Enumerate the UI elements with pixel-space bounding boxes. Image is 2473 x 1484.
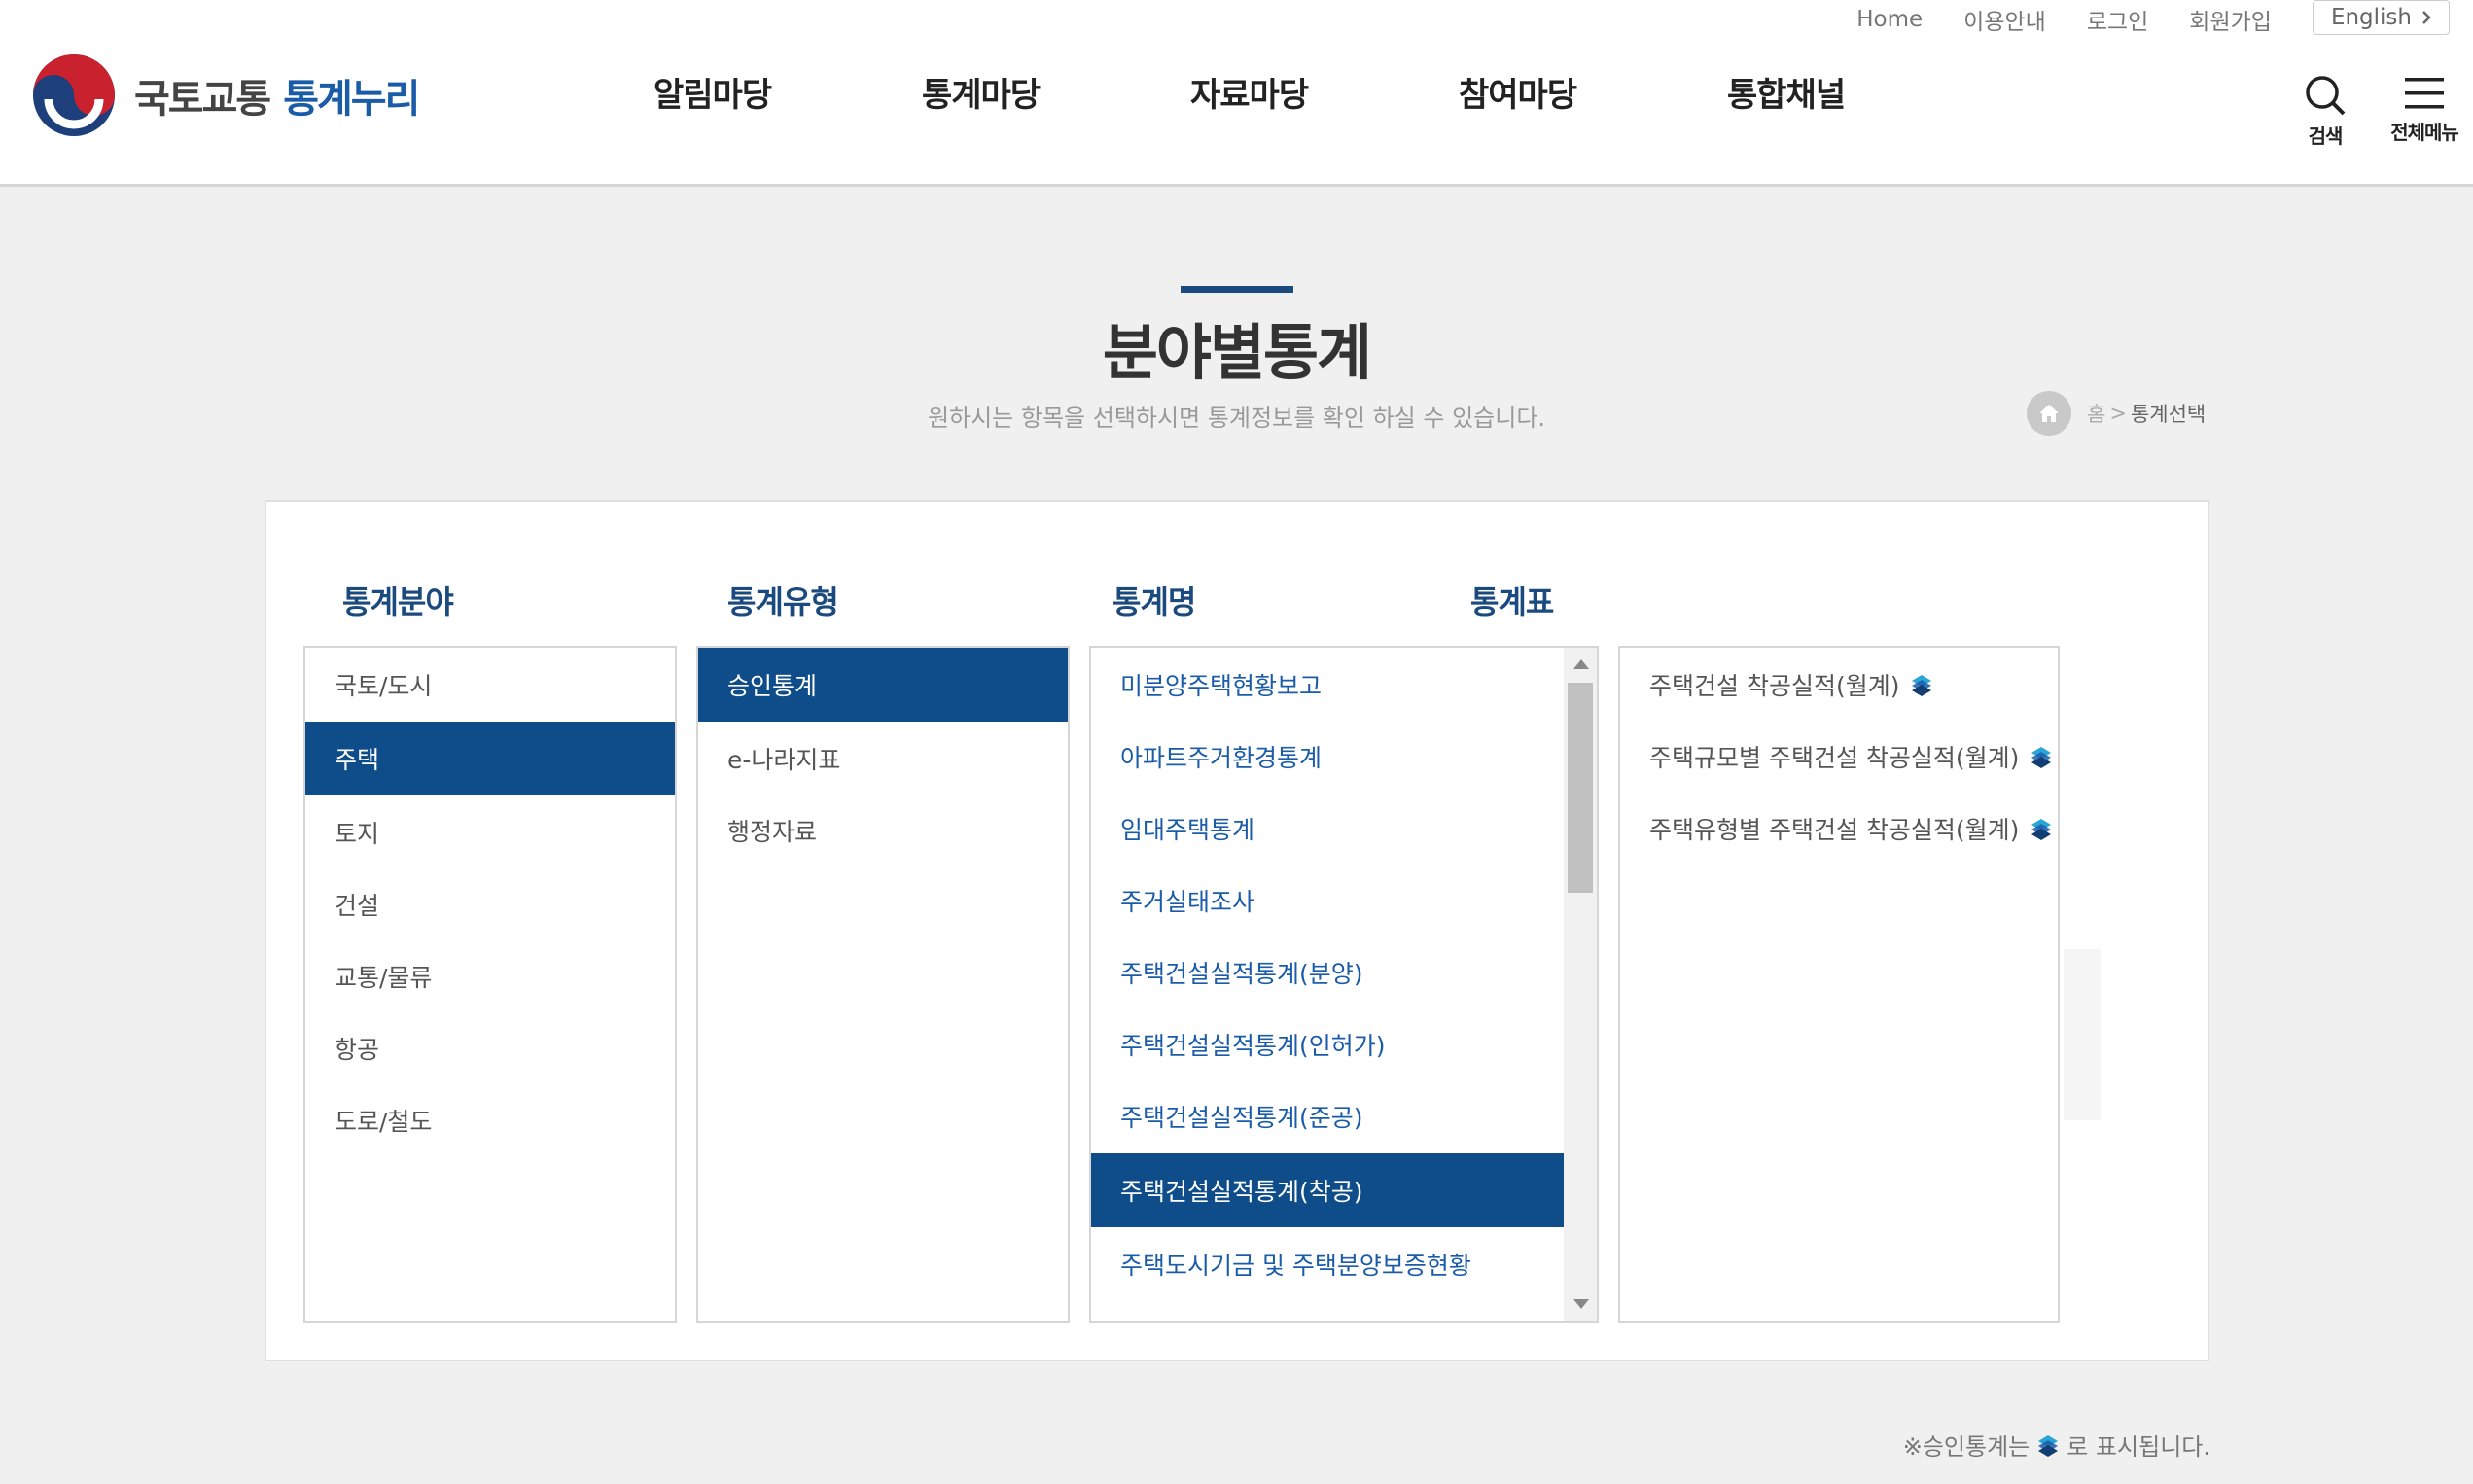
field-column-title: 통계분야 bbox=[342, 583, 454, 620]
language-label: English bbox=[2330, 5, 2412, 30]
guide-link[interactable]: 이용안내 bbox=[1963, 3, 2046, 36]
search-button[interactable]: 검색 bbox=[2281, 74, 2369, 149]
all-menu-button[interactable]: 전체메뉴 bbox=[2381, 74, 2468, 145]
name-list: 미분양주택현황보고 아파트주거환경통계 임대주택통계 주거실태조사 주택건설실적… bbox=[1089, 646, 1599, 1323]
type-list: 승인통계 e-나라지표 행정자료 bbox=[696, 646, 1070, 1323]
table-item[interactable]: 주택규모별 주택건설 착공실적(월계) bbox=[1620, 720, 2054, 794]
table-item[interactable]: 주택건설 착공실적(월계) bbox=[1620, 648, 1934, 722]
search-icon bbox=[2306, 76, 2346, 116]
field-item[interactable]: 국토/도시 bbox=[305, 648, 675, 722]
nav-data[interactable]: 자료마당 bbox=[1190, 68, 1309, 116]
name-item-selected[interactable]: 주택건설실적통계(착공) bbox=[1091, 1153, 1568, 1227]
approved-stat-note: ※승인통계는 로 표시됩니다. bbox=[1903, 1428, 2210, 1462]
field-list: 국토/도시 주택 토지 건설 교통/물류 항공 도로/철도 bbox=[303, 646, 677, 1323]
approved-stat-icon bbox=[1912, 675, 1932, 696]
name-item[interactable]: 주택건설실적통계(인허가) bbox=[1091, 1007, 1568, 1081]
breadcrumb-current: 통계선택 bbox=[2130, 403, 2207, 426]
join-link[interactable]: 회원가입 bbox=[2189, 3, 2272, 36]
home-link[interactable]: Home bbox=[1856, 7, 1923, 32]
breadcrumb-home[interactable]: 홈 bbox=[2087, 399, 2105, 428]
login-link[interactable]: 로그인 bbox=[2087, 3, 2148, 36]
field-item[interactable]: 건설 bbox=[305, 867, 675, 941]
scroll-down-arrow-icon[interactable] bbox=[1573, 1299, 1589, 1309]
name-list-scrollbar[interactable] bbox=[1564, 646, 1597, 1323]
table-column-title: 통계표 bbox=[1470, 583, 1554, 620]
name-item[interactable]: 아파트주거환경통계 bbox=[1091, 720, 1568, 794]
name-item[interactable]: 주택건설실적통계(분양) bbox=[1091, 936, 1568, 1009]
utility-nav: Home 이용안내 로그인 회원가입 English bbox=[1856, 0, 2450, 39]
table-item-label: 주택건설 착공실적(월계) bbox=[1649, 672, 1900, 700]
page-title: 분야별통계 bbox=[1102, 317, 1372, 388]
approved-stat-icon bbox=[2031, 819, 2052, 840]
type-column-title: 통계유형 bbox=[727, 583, 839, 620]
field-item[interactable]: 항공 bbox=[305, 1011, 675, 1085]
hamburger-icon bbox=[2405, 78, 2444, 109]
home-icon[interactable] bbox=[2027, 391, 2071, 436]
site-header: Home 이용안내 로그인 회원가입 English 국토교통 통계누리 알림마… bbox=[0, 0, 2473, 187]
nav-channel[interactable]: 통합채널 bbox=[1727, 68, 1846, 116]
language-button[interactable]: English bbox=[2312, 0, 2450, 35]
nav-statistics[interactable]: 통계마당 bbox=[922, 68, 1041, 116]
name-item[interactable]: 주택건설실적통계(준공) bbox=[1091, 1079, 1568, 1153]
type-item[interactable]: e-나라지표 bbox=[698, 722, 1068, 795]
note-prefix: ※승인통계는 bbox=[1902, 1433, 2031, 1461]
name-item[interactable]: 주거실태조사 bbox=[1091, 864, 1568, 937]
field-item-selected[interactable]: 주택 bbox=[305, 722, 675, 795]
title-accent-bar bbox=[1181, 286, 1293, 293]
main-nav: 알림마당 통계마당 자료마당 참여마당 통합채널 bbox=[0, 68, 2473, 126]
scroll-up-arrow-icon[interactable] bbox=[1573, 659, 1589, 669]
breadcrumb-separator: > bbox=[2109, 402, 2127, 425]
table-item-label: 주택유형별 주택건설 착공실적(월계) bbox=[1649, 816, 2020, 844]
empty-panel-fragment bbox=[2064, 949, 2101, 1120]
note-suffix: 로 표시됩니다. bbox=[2067, 1433, 2210, 1461]
all-menu-label: 전체메뉴 bbox=[2390, 121, 2459, 144]
search-label: 검색 bbox=[2308, 124, 2344, 148]
approved-stat-icon bbox=[2038, 1434, 2059, 1457]
breadcrumb: 홈 > 통계선택 bbox=[2027, 391, 2206, 436]
name-column-title: 통계명 bbox=[1113, 583, 1196, 620]
approved-stat-icon bbox=[2031, 747, 2052, 768]
table-list: 주택건설 착공실적(월계) 주택규모별 주택건설 착공실적(월계) 주택유형별 … bbox=[1618, 646, 2060, 1323]
scroll-thumb[interactable] bbox=[1568, 683, 1593, 893]
type-item[interactable]: 행정자료 bbox=[698, 794, 1068, 867]
nav-participation[interactable]: 참여마당 bbox=[1459, 68, 1577, 116]
chevron-right-icon bbox=[2422, 11, 2431, 24]
field-item[interactable]: 교통/물류 bbox=[305, 939, 675, 1013]
name-item[interactable]: 미분양주택현황보고 bbox=[1091, 648, 1568, 722]
nav-notice[interactable]: 알림마당 bbox=[654, 68, 772, 116]
field-item[interactable]: 토지 bbox=[305, 795, 675, 869]
name-item[interactable]: 임대주택통계 bbox=[1091, 792, 1568, 866]
table-item-label: 주택규모별 주택건설 착공실적(월계) bbox=[1649, 744, 2020, 772]
field-item[interactable]: 도로/철도 bbox=[305, 1083, 675, 1157]
name-item[interactable]: 주택도시기금 및 주택분양보증현황 bbox=[1091, 1227, 1568, 1301]
type-item-selected[interactable]: 승인통계 bbox=[698, 648, 1068, 722]
table-item[interactable]: 주택유형별 주택건설 착공실적(월계) bbox=[1620, 792, 2054, 866]
